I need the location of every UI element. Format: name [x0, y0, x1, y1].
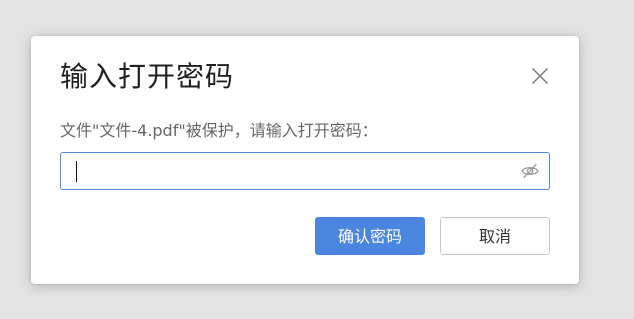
password-dialog: 输入打开密码 文件"文件-4.pdf"被保护，请输入打开密码： 确认密码 取消 — [31, 36, 579, 284]
toggle-visibility-button[interactable] — [520, 162, 540, 180]
screen-backdrop: 输入打开密码 文件"文件-4.pdf"被保护，请输入打开密码： 确认密码 取消 — [0, 0, 634, 319]
password-input[interactable] — [73, 159, 513, 183]
password-field[interactable] — [60, 152, 550, 190]
cancel-button[interactable]: 取消 — [440, 217, 550, 255]
confirm-password-button[interactable]: 确认密码 — [315, 217, 425, 255]
eye-hidden-icon — [521, 163, 539, 179]
dialog-title: 输入打开密码 — [60, 60, 235, 93]
close-icon — [532, 68, 548, 84]
close-button[interactable] — [529, 65, 551, 87]
password-prompt: 文件"文件-4.pdf"被保护，请输入打开密码： — [60, 121, 378, 140]
text-caret — [76, 161, 77, 182]
